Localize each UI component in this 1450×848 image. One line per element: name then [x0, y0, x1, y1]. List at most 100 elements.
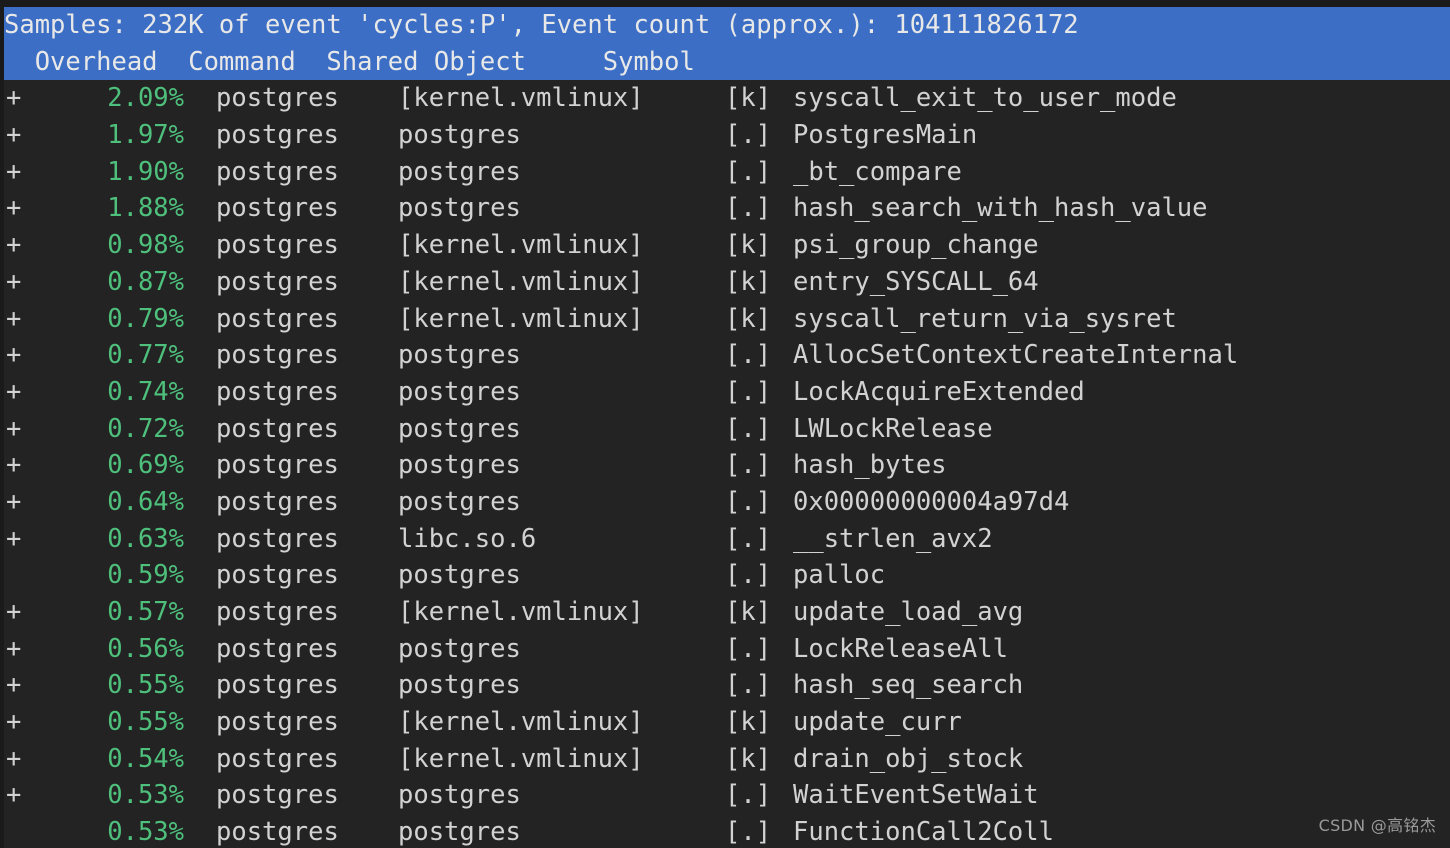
- row-symbol-level: [k]: [725, 597, 772, 628]
- row-symbol: entry_SYSCALL_64: [793, 266, 1039, 297]
- row-symbol-level: [.]: [725, 817, 772, 848]
- row-symbol: WaitEventSetWait: [793, 780, 1039, 811]
- perf-row-list[interactable]: +2.09% postgres [kernel.vmlinux] [k] syscall…: [0, 80, 1450, 848]
- row-overhead: 1.88%: [107, 193, 184, 224]
- row-expand-marker[interactable]: +: [6, 594, 26, 631]
- perf-header: Samples: 232K of event 'cycles:P', Event…: [4, 7, 1450, 81]
- row-symbol-level: [k]: [725, 83, 772, 114]
- csdn-watermark: CSDN @高铭杰: [1318, 816, 1436, 835]
- perf-report-terminal: Samples: 232K of event 'cycles:P', Event…: [0, 0, 1450, 848]
- table-row[interactable]: +0.98% postgres [kernel.vmlinux] [k] psi_gro…: [0, 227, 1450, 264]
- table-row[interactable]: 0.53% postgres postgres [.] FunctionCall2Col…: [0, 814, 1450, 848]
- row-symbol-level: [.]: [725, 450, 772, 481]
- row-shared-object: postgres: [398, 120, 521, 151]
- table-row[interactable]: 0.59% postgres postgres [.] palloc: [0, 557, 1450, 594]
- table-row[interactable]: +1.97% postgres postgres [.] PostgresMain: [0, 117, 1450, 154]
- table-row[interactable]: +0.87% postgres [kernel.vmlinux] [k] entry_S…: [0, 264, 1450, 301]
- row-shared-object: postgres: [398, 633, 521, 664]
- table-row[interactable]: +0.64% postgres postgres [.] 0x00000000004a9…: [0, 484, 1450, 521]
- row-symbol: psi_group_change: [793, 230, 1039, 261]
- table-row[interactable]: +0.72% postgres postgres [.] LWLockRelease: [0, 411, 1450, 448]
- row-expand-marker[interactable]: +: [6, 411, 26, 448]
- perf-summary-line: Samples: 232K of event 'cycles:P', Event…: [4, 10, 1079, 40]
- row-command: postgres: [216, 193, 339, 224]
- row-symbol: AllocSetContextCreateInternal: [793, 340, 1239, 371]
- row-command: postgres: [216, 450, 339, 481]
- row-symbol-level: [.]: [725, 670, 772, 701]
- row-symbol: LockAcquireExtended: [793, 376, 1085, 407]
- row-expand-marker[interactable]: +: [6, 777, 26, 814]
- table-row[interactable]: +0.69% postgres postgres [.] hash_bytes: [0, 447, 1450, 484]
- table-row[interactable]: +0.57% postgres [kernel.vmlinux] [k] update_…: [0, 594, 1450, 631]
- row-shared-object: postgres: [398, 780, 521, 811]
- row-shared-object: libc.so.6: [398, 523, 537, 554]
- row-command: postgres: [216, 743, 339, 774]
- row-command: postgres: [216, 523, 339, 554]
- row-expand-marker[interactable]: +: [6, 484, 26, 521]
- row-overhead: 0.74%: [107, 376, 184, 407]
- row-overhead: 0.55%: [107, 707, 184, 738]
- row-symbol-level: [.]: [725, 633, 772, 664]
- table-row[interactable]: +0.56% postgres postgres [.] LockReleaseAll: [0, 631, 1450, 668]
- row-command: postgres: [216, 303, 339, 334]
- row-symbol: hash_bytes: [793, 450, 947, 481]
- row-shared-object: [kernel.vmlinux]: [398, 230, 644, 261]
- row-symbol-level: [.]: [725, 413, 772, 444]
- row-expand-marker[interactable]: +: [6, 667, 26, 704]
- row-overhead: 0.55%: [107, 670, 184, 701]
- row-symbol: LWLockRelease: [793, 413, 993, 444]
- row-overhead: 0.72%: [107, 413, 184, 444]
- row-expand-marker[interactable]: +: [6, 227, 26, 264]
- row-command: postgres: [216, 83, 339, 114]
- table-row[interactable]: +0.74% postgres postgres [.] LockAcquireExte…: [0, 374, 1450, 411]
- row-shared-object: postgres: [398, 817, 521, 848]
- row-shared-object: postgres: [398, 486, 521, 517]
- table-row[interactable]: +1.88% postgres postgres [.] hash_search_wit…: [0, 190, 1450, 227]
- row-expand-marker[interactable]: +: [6, 154, 26, 191]
- table-row[interactable]: +0.55% postgres postgres [.] hash_seq_search: [0, 667, 1450, 704]
- row-symbol-level: [k]: [725, 266, 772, 297]
- row-symbol: FunctionCall2Coll: [793, 817, 1054, 848]
- row-overhead: 0.53%: [107, 817, 184, 848]
- row-command: postgres: [216, 707, 339, 738]
- row-expand-marker[interactable]: +: [6, 447, 26, 484]
- row-symbol-level: [k]: [725, 303, 772, 334]
- row-expand-marker[interactable]: +: [6, 301, 26, 338]
- row-expand-marker[interactable]: +: [6, 741, 26, 778]
- table-row[interactable]: +0.54% postgres [kernel.vmlinux] [k] drain_o…: [0, 741, 1450, 778]
- row-overhead: 0.87%: [107, 266, 184, 297]
- table-row[interactable]: +0.77% postgres postgres [.] AllocSetContext…: [0, 337, 1450, 374]
- table-row[interactable]: +0.79% postgres [kernel.vmlinux] [k] syscall…: [0, 301, 1450, 338]
- row-overhead: 0.57%: [107, 597, 184, 628]
- row-shared-object: postgres: [398, 450, 521, 481]
- table-row[interactable]: +0.63% postgres libc.so.6 [.] __strlen_avx2: [0, 521, 1450, 558]
- row-overhead: 1.90%: [107, 156, 184, 187]
- row-expand-marker[interactable]: +: [6, 374, 26, 411]
- row-overhead: 0.64%: [107, 486, 184, 517]
- row-expand-marker[interactable]: +: [6, 264, 26, 301]
- table-row[interactable]: +2.09% postgres [kernel.vmlinux] [k] syscall…: [0, 80, 1450, 117]
- row-symbol-level: [.]: [725, 193, 772, 224]
- table-row[interactable]: +1.90% postgres postgres [.] _bt_compare: [0, 154, 1450, 191]
- row-overhead: 0.56%: [107, 633, 184, 664]
- row-symbol-level: [.]: [725, 780, 772, 811]
- row-shared-object: postgres: [398, 560, 521, 591]
- row-expand-marker[interactable]: +: [6, 117, 26, 154]
- row-expand-marker[interactable]: +: [6, 631, 26, 668]
- row-expand-marker[interactable]: +: [6, 704, 26, 741]
- row-expand-marker[interactable]: +: [6, 190, 26, 227]
- row-expand-marker[interactable]: +: [6, 521, 26, 558]
- row-overhead: 0.79%: [107, 303, 184, 334]
- row-symbol: hash_search_with_hash_value: [793, 193, 1208, 224]
- row-symbol-level: [.]: [725, 486, 772, 517]
- row-symbol: hash_seq_search: [793, 670, 1024, 701]
- row-shared-object: [kernel.vmlinux]: [398, 83, 644, 114]
- row-expand-marker[interactable]: +: [6, 337, 26, 374]
- row-shared-object: [kernel.vmlinux]: [398, 303, 644, 334]
- row-shared-object: postgres: [398, 340, 521, 371]
- row-symbol-level: [k]: [725, 743, 772, 774]
- table-row[interactable]: +0.55% postgres [kernel.vmlinux] [k] update_…: [0, 704, 1450, 741]
- row-symbol: LockReleaseAll: [793, 633, 1008, 664]
- table-row[interactable]: +0.53% postgres postgres [.] WaitEventSetWai…: [0, 777, 1450, 814]
- row-expand-marker[interactable]: +: [6, 80, 26, 117]
